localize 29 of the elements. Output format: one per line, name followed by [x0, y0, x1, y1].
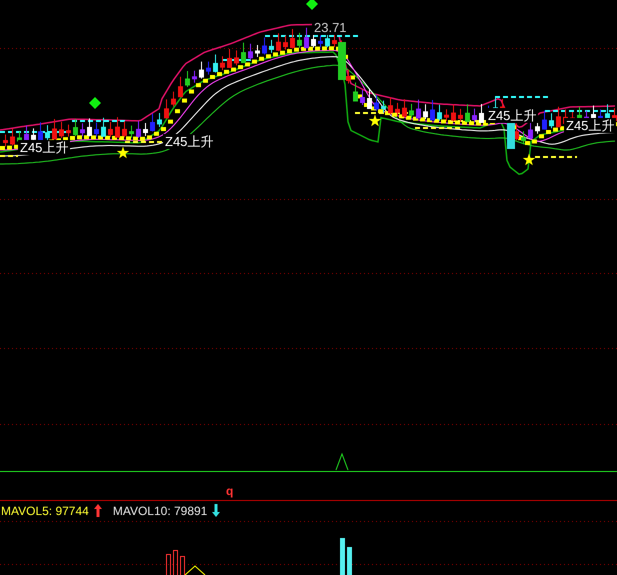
signal-label: Z45上升 [163, 134, 216, 149]
volume-average-label: MAVOL10: 79891 [112, 504, 208, 518]
resistance-line [222, 59, 252, 61]
diamond-icon [306, 0, 318, 10]
support-line [415, 127, 460, 129]
support-line [535, 156, 577, 158]
support-line [125, 141, 165, 143]
star-icon [116, 146, 130, 158]
signal-label: Z45上升 [486, 108, 538, 123]
resistance-line [72, 120, 127, 122]
support-line [0, 155, 18, 157]
volume-bar [347, 547, 352, 575]
volume-bar [173, 550, 178, 575]
star-icon [368, 114, 382, 126]
volume-average-line [184, 565, 206, 575]
diamond-icon [89, 97, 101, 109]
volume-bar [180, 556, 185, 575]
volume-average-label: MAVOL5: 97744 [1, 504, 89, 518]
resistance-line [545, 110, 617, 112]
price-label: 23.71 [312, 20, 349, 35]
indicator-marker: q [226, 485, 234, 497]
resistance-line [495, 96, 550, 98]
signal-label: Z45上升 [18, 140, 70, 155]
support-line [355, 112, 410, 114]
volume-bar [166, 554, 171, 575]
volume-bar [340, 538, 345, 575]
signal-label: Z45上升 [564, 118, 616, 133]
star-icon [522, 154, 536, 166]
candlestick [338, 42, 346, 80]
